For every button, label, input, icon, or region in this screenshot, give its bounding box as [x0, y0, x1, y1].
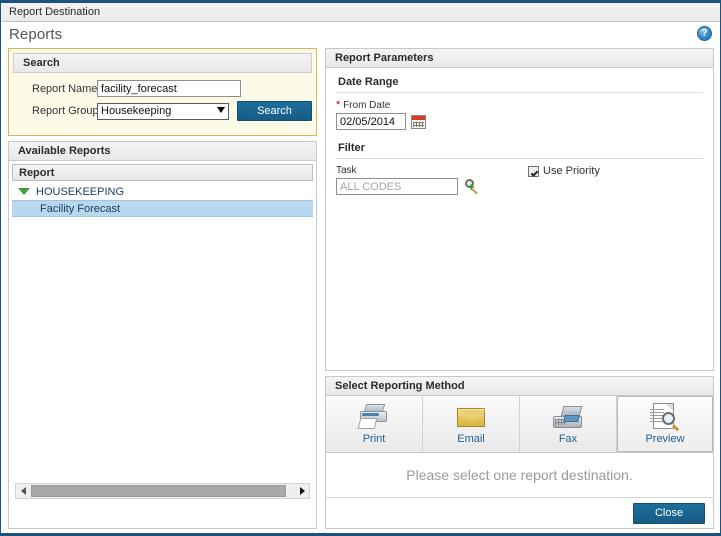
right-column: Report Parameters Date Range * From Date… — [323, 46, 720, 533]
reporting-method-panel: Select Reporting Method Print Email Fax … — [325, 376, 714, 529]
preview-document-icon — [647, 400, 683, 432]
report-name-row: Report Name — [13, 80, 312, 97]
search-panel-body: Report Name Report Group Housekeeping Se… — [13, 73, 312, 131]
method-fax[interactable]: Fax — [520, 396, 617, 452]
scrollbar-track[interactable] — [31, 485, 294, 497]
task-input[interactable] — [336, 178, 458, 195]
close-button[interactable]: Close — [633, 502, 705, 524]
search-panel: Search Report Name Report Group Housekee… — [8, 48, 317, 136]
method-print-label: Print — [362, 433, 386, 445]
search-button[interactable]: Search — [237, 101, 312, 121]
date-range-section-title: Date Range — [338, 76, 399, 88]
task-label: Task — [336, 165, 357, 176]
filter-divider — [336, 158, 703, 159]
arrow-right-icon[interactable] — [295, 484, 309, 498]
arrow-left-icon[interactable] — [16, 484, 30, 498]
from-date-label: From Date — [343, 100, 391, 111]
filter-section-title: Filter — [338, 142, 365, 154]
page-title: Reports — [9, 25, 63, 43]
printer-icon — [356, 400, 392, 432]
report-name-input[interactable] — [97, 80, 241, 97]
use-priority-checkbox[interactable] — [528, 165, 539, 177]
envelope-icon — [453, 400, 489, 432]
tree-group-housekeeping[interactable]: HOUSEKEEPING — [12, 183, 313, 200]
method-preview[interactable]: Preview — [617, 396, 713, 452]
triangle-down-icon[interactable] — [18, 188, 30, 195]
scrollbar-thumb[interactable] — [31, 485, 287, 497]
report-group-row: Report Group Housekeeping Search — [13, 101, 312, 121]
method-email-label: Email — [457, 433, 485, 445]
report-group-select-wrap: Housekeeping — [97, 102, 229, 120]
method-email[interactable]: Email — [423, 396, 520, 452]
window-title: Report Destination — [9, 6, 101, 18]
from-date-row — [336, 113, 703, 130]
available-reports-list-area: Report HOUSEKEEPING Facility Forecast — [9, 161, 316, 528]
from-date-input[interactable] — [336, 113, 406, 130]
report-group-select[interactable]: Housekeeping — [97, 102, 229, 120]
available-reports-panel: Available Reports Report HOUSEKEEPING Fa… — [8, 141, 317, 529]
tree-group-label: HOUSEKEEPING — [36, 185, 125, 198]
date-range-divider — [336, 92, 703, 93]
search-plus-icon[interactable]: + — [464, 178, 478, 195]
available-reports-header: Available Reports — [9, 142, 316, 161]
task-input-row: + — [336, 178, 478, 195]
method-fax-label: Fax — [558, 433, 578, 445]
use-priority-block: Use Priority — [528, 165, 600, 177]
reporting-method-message: Please select one report destination. — [326, 453, 713, 498]
left-column: Search Report Name Report Group Housekee… — [1, 46, 323, 533]
report-group-label: Report Group — [32, 105, 99, 117]
help-icon[interactable]: ? — [697, 26, 712, 41]
reports-tree: HOUSEKEEPING Facility Forecast — [12, 181, 313, 480]
method-preview-label: Preview — [645, 433, 685, 445]
reporting-method-header: Select Reporting Method — [326, 377, 713, 396]
task-block: Task + — [336, 165, 478, 195]
calendar-icon[interactable] — [411, 114, 426, 129]
reports-horizontal-scrollbar[interactable] — [15, 483, 310, 499]
report-parameters-body: Date Range * From Date Filter Tas — [326, 68, 713, 370]
page-header: Reports ? — [1, 22, 720, 46]
list-footer — [12, 502, 313, 528]
method-print[interactable]: Print — [326, 396, 423, 452]
use-priority-label[interactable]: Use Priority — [543, 165, 600, 177]
content-columns: Search Report Name Report Group Housekee… — [1, 46, 720, 533]
tree-item-facility-forecast[interactable]: Facility Forecast — [12, 200, 313, 217]
report-column-header: Report — [12, 164, 313, 181]
report-parameters-header: Report Parameters — [326, 49, 713, 68]
required-marker: * — [336, 99, 341, 111]
filter-row: Task + U — [336, 165, 703, 195]
reporting-method-footer: Close — [326, 498, 713, 528]
tree-item-label: Facility Forecast — [40, 202, 121, 215]
reporting-method-options: Print Email Fax Preview — [326, 396, 713, 453]
fax-icon — [550, 400, 586, 432]
window-titlebar: Report Destination — [1, 3, 720, 22]
from-date-label-row: * From Date — [336, 99, 703, 111]
report-name-label: Report Name — [32, 82, 98, 95]
search-panel-header: Search — [13, 53, 312, 73]
report-parameters-panel: Report Parameters Date Range * From Date… — [325, 48, 714, 371]
report-destination-window: Report Destination Reports ? Search Repo… — [0, 0, 721, 536]
